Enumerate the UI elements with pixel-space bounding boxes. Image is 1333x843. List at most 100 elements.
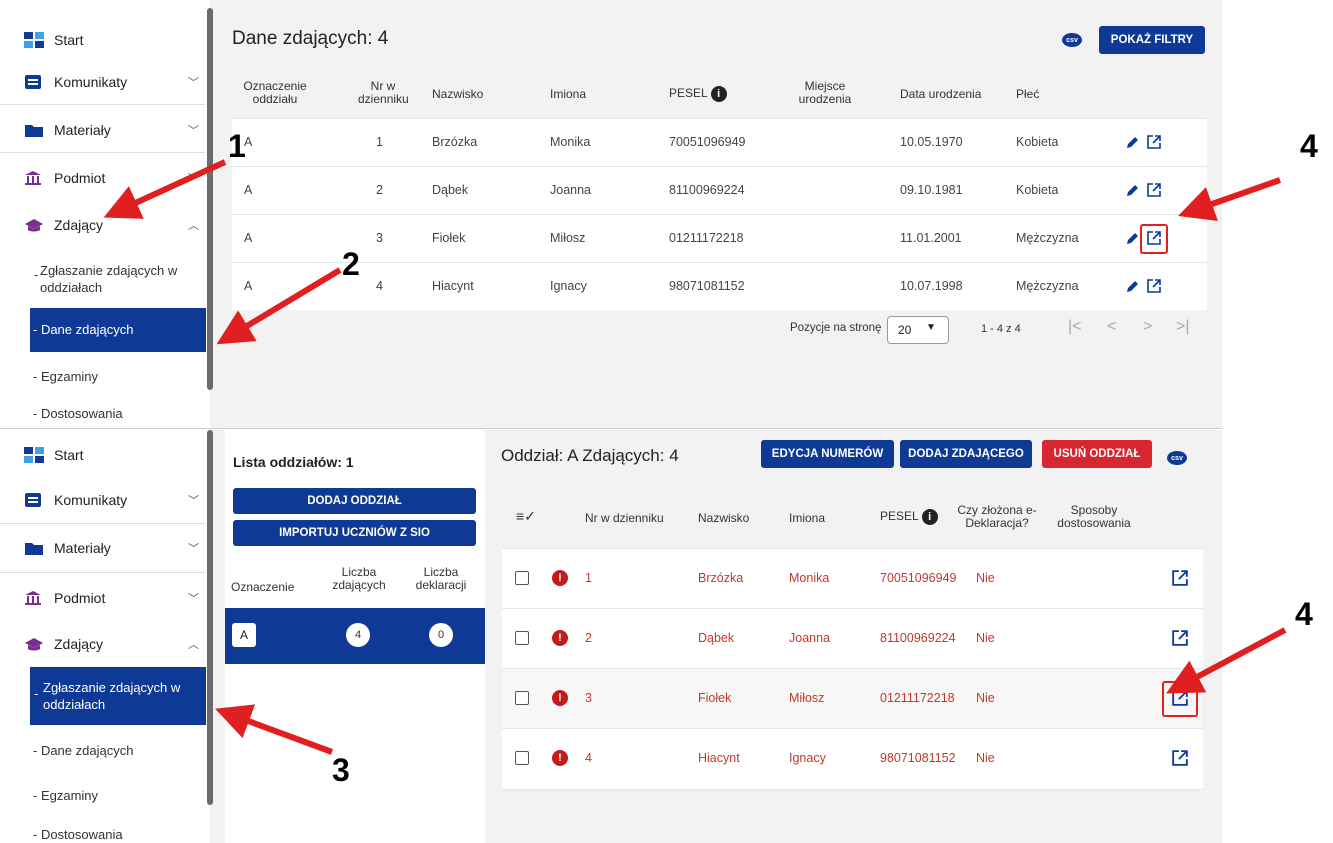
add-class-button[interactable]: DODAJ ODDZIAŁ [233, 488, 476, 514]
last-page-icon[interactable]: >| [1176, 318, 1190, 336]
show-filters-button[interactable]: POKAŻ FILTRY [1099, 26, 1205, 54]
sidebar-item-start[interactable]: Start [0, 445, 205, 465]
sidebar-item-label: Zdający [54, 217, 104, 233]
cell-pesel: 70051096949 [880, 571, 957, 585]
sidebar-subitem-dostosowania[interactable]: - Dostosowania [30, 826, 206, 843]
column-header[interactable]: Płeć [1016, 88, 1039, 101]
sidebar-subitem-dostosowania[interactable]: - Dostosowania [30, 405, 206, 422]
column-header[interactable]: Nr w dzienniku [358, 80, 409, 106]
annotation-number: 2 [342, 246, 360, 282]
students-count-badge: 4 [346, 623, 370, 647]
prev-page-icon[interactable]: < [1107, 318, 1116, 336]
column-header[interactable]: Imiona [550, 88, 586, 101]
csv-icon[interactable]: csv [1062, 33, 1082, 47]
sidebar-item-zdajacy[interactable]: Zdający ︿ [0, 215, 205, 235]
cell-nr: 3 [376, 231, 383, 245]
column-header-pesel[interactable]: PESEL i [669, 86, 727, 102]
row-checkbox[interactable] [515, 571, 529, 585]
sidebar-subitem-egzaminy[interactable]: - Egzaminy [30, 368, 206, 385]
cell-plec: Kobieta [1016, 135, 1059, 149]
info-icon[interactable]: i [921, 509, 938, 525]
edit-pencil-icon[interactable] [1125, 232, 1139, 246]
sidebar-item-podmiot[interactable]: Podmiot ﹀ [0, 588, 205, 608]
column-header[interactable]: Oznaczenie [231, 580, 294, 594]
next-page-icon[interactable]: > [1143, 318, 1152, 336]
column-header[interactable]: Imiona [789, 512, 825, 525]
edit-numbers-button[interactable]: EDYCJA NUMERÓW [761, 440, 894, 468]
sidebar-subitem-dane-active[interactable]: - Dane zdających [30, 308, 206, 352]
open-external-icon[interactable] [1147, 279, 1161, 293]
cell-imiona: Ignacy [789, 751, 826, 765]
column-header[interactable]: Data urodzenia [900, 88, 981, 101]
column-header[interactable]: Nr w dzienniku [585, 512, 664, 525]
cell-imiona: Joanna [789, 631, 831, 645]
sidebar-subitem-egzaminy[interactable]: - Egzaminy [30, 787, 206, 804]
edit-pencil-icon[interactable] [1125, 136, 1139, 150]
sidebar-item-komunikaty[interactable]: Komunikaty ﹀ [0, 72, 205, 92]
import-students-button[interactable]: IMPORTUJ UCZNIÓW Z SIO [233, 520, 476, 546]
sidebar-subitem-dane[interactable]: - Dane zdających [30, 742, 206, 759]
class-row-selected[interactable]: A 4 0 [225, 608, 485, 664]
annotation-number: 4 [1300, 128, 1318, 164]
cell-nazwisko: Hiacynt [698, 751, 740, 765]
cell-plec: Mężczyzna [1016, 279, 1079, 293]
csv-icon[interactable]: csv [1167, 451, 1187, 465]
per-page-select[interactable]: 20 ▼ [887, 316, 949, 344]
cell-nazwisko: Dąbek [698, 631, 735, 645]
table-row[interactable]: A 2 Dąbek Joanna 81100969224 09.10.1981 … [232, 166, 1207, 214]
delete-class-button[interactable]: USUŃ ODDZIAŁ [1042, 440, 1152, 468]
edit-pencil-icon[interactable] [1125, 280, 1139, 294]
cell-pesel: 98071081152 [880, 751, 956, 765]
sidebar-item-start[interactable]: Start [0, 30, 205, 50]
column-header[interactable]: Czy złożona e-Deklaracja? [957, 504, 1037, 530]
sidebar-item-komunikaty[interactable]: Komunikaty ﹀ [0, 490, 205, 510]
table-row[interactable]: A 1 Brzózka Monika 70051096949 10.05.197… [232, 118, 1207, 166]
table-row[interactable]: ! 3 Fiołek Miłosz 01211172218 Nie [502, 668, 1203, 729]
sidebar-scrollbar[interactable] [207, 430, 213, 805]
cell-nazwisko: Brzózka [698, 571, 744, 585]
table-row[interactable]: A 3 Fiołek Miłosz 01211172218 11.01.2001… [232, 214, 1207, 262]
pagination-label: Pozycje na stronę [790, 322, 882, 334]
edit-pencil-icon[interactable] [1125, 184, 1139, 198]
column-header-pesel[interactable]: PESEL i [880, 509, 938, 525]
column-header[interactable]: Liczba zdających [327, 566, 391, 592]
sidebar-item-podmiot[interactable]: Podmiot ﹀ [0, 168, 205, 188]
column-header[interactable]: Nazwisko [432, 88, 483, 101]
sidebar-subitem-zglaszanie-active[interactable]: - Zgłaszanie zdających w oddziałach [30, 667, 206, 725]
add-student-button[interactable]: DODAJ ZDAJĄCEGO [900, 440, 1032, 468]
sidebar-item-materialy[interactable]: Materiały ﹀ [0, 120, 205, 140]
sidebar-subitem-zglaszanie[interactable]: - Zgłaszanie zdających w oddziałach [30, 262, 206, 296]
cell-data: 11.01.2001 [900, 231, 962, 245]
row-checkbox[interactable] [515, 691, 529, 705]
cell-pesel: 01211172218 [669, 231, 744, 245]
chevron-down-icon: ﹀ [188, 543, 199, 555]
table-row[interactable]: A 4 Hiacynt Ignacy 98071081152 10.07.199… [232, 262, 1207, 310]
sidebar-item-zdajacy[interactable]: Zdający ︿ [0, 634, 205, 654]
column-header[interactable]: Sposoby dostosowania [1054, 504, 1134, 530]
info-icon[interactable]: i [710, 86, 727, 102]
table-row[interactable]: ! 2 Dąbek Joanna 81100969224 Nie [502, 608, 1203, 669]
open-external-icon[interactable] [1147, 183, 1161, 197]
column-header[interactable]: Oznaczenie oddziału [240, 80, 310, 106]
column-header[interactable]: Miejsce urodzenia [790, 80, 860, 106]
select-all-icon[interactable]: ≡✓ [516, 508, 536, 525]
sidebar-scrollbar[interactable] [207, 8, 213, 390]
table-row[interactable]: ! 1 Brzózka Monika 70051096949 Nie [502, 548, 1203, 609]
column-header: PESEL [669, 86, 708, 101]
first-page-icon[interactable]: |< [1068, 318, 1082, 336]
annotation-number: 4 [1295, 596, 1313, 632]
open-external-icon[interactable] [1172, 630, 1188, 646]
column-header[interactable]: Liczba deklaracji [413, 566, 469, 592]
sidebar-item-materialy[interactable]: Materiały ﹀ [0, 538, 205, 558]
cell-nazwisko: Brzózka [432, 135, 478, 149]
column-header[interactable]: Nazwisko [698, 512, 749, 525]
open-external-icon[interactable] [1172, 750, 1188, 766]
open-external-icon[interactable] [1147, 135, 1161, 149]
row-checkbox[interactable] [515, 751, 529, 765]
cell-pesel: 70051096949 [669, 135, 746, 149]
cell-nr: 2 [376, 183, 383, 197]
row-checkbox[interactable] [515, 631, 529, 645]
graduation-cap-icon [24, 217, 44, 233]
open-external-icon[interactable] [1172, 570, 1188, 586]
table-row[interactable]: ! 4 Hiacynt Ignacy 98071081152 Nie [502, 728, 1203, 790]
